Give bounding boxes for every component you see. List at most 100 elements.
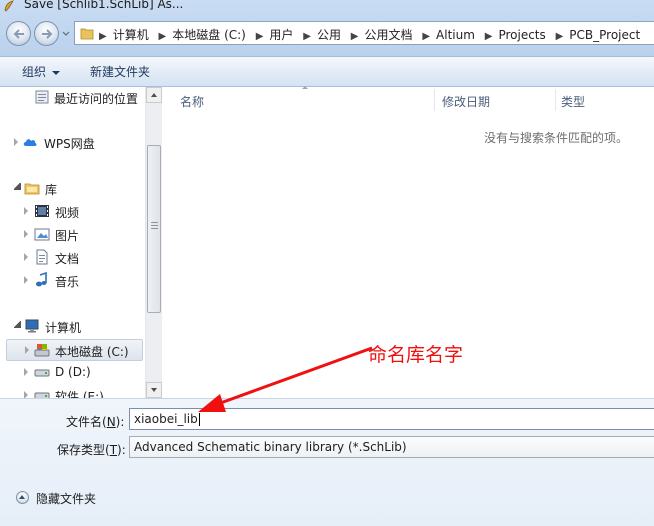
- expand-icon[interactable]: [24, 207, 28, 215]
- forward-button[interactable]: [34, 21, 59, 46]
- nav-label: 音乐: [55, 275, 80, 289]
- annotation-text: 命名库名字: [368, 344, 464, 366]
- nav-label: 库: [45, 183, 58, 197]
- column-header-name[interactable]: 名称: [162, 86, 434, 113]
- arrow-right-icon: [42, 29, 53, 39]
- recent-places-icon: [35, 90, 49, 104]
- title-bar: Save [Schlib1.SchLib] As...: [0, 0, 654, 16]
- organize-label: 组织: [22, 65, 47, 79]
- address-bar[interactable]: ▶ 计算机 ▶ 本地磁盘 (C:) ▶ 用户 ▶ 公用 ▶ 公用文档 ▶ Altium ▶ P…: [74, 21, 654, 45]
- chevron-right-icon[interactable]: ▶: [556, 31, 564, 42]
- nav-item-recent[interactable]: 最近访问的位置: [34, 88, 144, 108]
- expand-icon[interactable]: [25, 346, 29, 354]
- chevron-right-icon[interactable]: ▶: [256, 31, 264, 42]
- save-form: 文件名(N): xiaobei_lib 保存类型(T): Advanced Sc…: [0, 398, 654, 526]
- crumb-local-disk[interactable]: 本地磁盘 (C:): [172, 28, 246, 42]
- crumb-projects[interactable]: Projects: [498, 28, 545, 42]
- app-icon: [4, 0, 14, 12]
- navigation-pane: 最近访问的位置 WPS网盘 库 视频 图片 文档 音乐 计算机 本地磁盘 (C:…: [0, 87, 163, 398]
- label-text: ):: [115, 415, 125, 429]
- expand-icon[interactable]: [24, 230, 28, 238]
- collapse-icon[interactable]: [14, 321, 21, 328]
- nav-label: WPS网盘: [44, 137, 95, 151]
- chevron-right-icon[interactable]: ▶: [159, 31, 167, 42]
- organize-button[interactable]: 组织: [22, 63, 61, 80]
- expand-icon[interactable]: [24, 368, 28, 376]
- crumb-users[interactable]: 用户: [269, 28, 293, 42]
- nav-item-music[interactable]: 音乐: [24, 271, 142, 291]
- music-note-icon: [36, 272, 47, 287]
- chevron-up-icon: [16, 491, 29, 504]
- expand-icon[interactable]: [24, 253, 28, 261]
- scroll-thumb[interactable]: [147, 145, 161, 313]
- label-text: 文件名(: [66, 415, 107, 429]
- nav-item-computer[interactable]: 计算机: [14, 317, 142, 337]
- nav-item-local-disk[interactable]: 本地磁盘 (C:): [6, 339, 143, 361]
- nav-label: 最近访问的位置: [54, 92, 139, 106]
- nav-scrollbar[interactable]: [145, 87, 162, 398]
- chevron-right-icon[interactable]: ▶: [422, 31, 430, 42]
- drive-c-icon: [34, 344, 50, 357]
- column-header-modified[interactable]: 修改日期: [435, 87, 555, 113]
- chevron-right-icon[interactable]: ▶: [351, 31, 359, 42]
- expand-icon[interactable]: [14, 138, 18, 146]
- save-as-dialog: Save [Schlib1.SchLib] As... ▶ 计算机 ▶ 本地磁盘 (…: [0, 0, 654, 526]
- nav-label: 视频: [55, 206, 80, 220]
- column-type-label: 类型: [561, 95, 586, 109]
- chevron-down-icon: [151, 388, 157, 392]
- nav-item-wps[interactable]: WPS网盘: [14, 133, 142, 153]
- collapse-icon[interactable]: [14, 183, 21, 190]
- column-header-type[interactable]: 类型: [556, 87, 654, 113]
- crumb-altium[interactable]: Altium: [436, 28, 475, 42]
- access-key: N: [106, 415, 116, 429]
- nav-label: 软件 (E:): [55, 390, 104, 398]
- nav-label: 图片: [55, 229, 80, 243]
- nav-item-library[interactable]: 库: [14, 179, 142, 199]
- window-title: Save [Schlib1.SchLib] As...: [24, 0, 184, 11]
- filetype-select[interactable]: Advanced Schematic binary library (*.Sch…: [129, 436, 654, 458]
- filename-input[interactable]: xiaobei_lib: [129, 408, 654, 430]
- nav-label: 计算机: [45, 321, 82, 335]
- crumb-public[interactable]: 公用: [317, 28, 341, 42]
- chevron-right-icon[interactable]: ▶: [99, 31, 107, 42]
- expand-icon[interactable]: [24, 391, 28, 398]
- expand-icon[interactable]: [24, 276, 28, 284]
- nav-label: D (D:): [55, 365, 91, 379]
- access-key: T: [109, 443, 118, 457]
- nav-item-videos[interactable]: 视频: [24, 202, 142, 222]
- drive-icon: [34, 392, 50, 398]
- breadcrumb: ▶ 计算机 ▶ 本地磁盘 (C:) ▶ 用户 ▶ 公用 ▶ 公用文档 ▶ Altium ▶ P…: [99, 26, 646, 43]
- nav-item-d-drive[interactable]: D (D:): [24, 363, 142, 383]
- grip-line: [151, 222, 158, 223]
- cloud-icon: [23, 139, 37, 146]
- filetype-label: 保存类型(T):: [57, 441, 126, 458]
- column-name-label: 名称: [180, 95, 205, 109]
- crumb-pcb-project[interactable]: PCB_Project: [569, 28, 640, 42]
- video-icon: [35, 205, 49, 217]
- nav-item-documents[interactable]: 文档: [24, 248, 142, 268]
- label-text: ):: [117, 443, 126, 457]
- library-icon: [24, 183, 40, 195]
- new-folder-button[interactable]: 新建文件夹: [90, 63, 150, 80]
- back-button[interactable]: [6, 21, 31, 46]
- nav-item-pictures[interactable]: 图片: [24, 225, 142, 245]
- nav-item-e-drive[interactable]: 软件 (E:): [24, 386, 142, 398]
- recent-pages-dropdown-icon[interactable]: [62, 30, 70, 38]
- grip-line: [151, 228, 158, 229]
- chevron-down-icon: [52, 70, 61, 75]
- arrow-left-icon: [13, 29, 24, 39]
- crumb-computer[interactable]: 计算机: [113, 28, 149, 42]
- sort-arrow-icon: [302, 86, 308, 89]
- crumb-public-documents[interactable]: 公用文档: [364, 28, 412, 42]
- empty-message: 没有与搜索条件匹配的项。: [484, 131, 629, 145]
- grip-line: [151, 225, 158, 226]
- pictures-icon: [34, 228, 50, 241]
- chevron-up-icon: [151, 93, 157, 97]
- chevron-right-icon[interactable]: ▶: [485, 31, 493, 42]
- documents-icon: [36, 249, 48, 265]
- scroll-up-button[interactable]: [146, 87, 162, 103]
- folder-icon: [80, 28, 94, 40]
- computer-icon: [25, 319, 39, 333]
- scroll-down-button[interactable]: [146, 382, 162, 398]
- chevron-right-icon[interactable]: ▶: [303, 31, 311, 42]
